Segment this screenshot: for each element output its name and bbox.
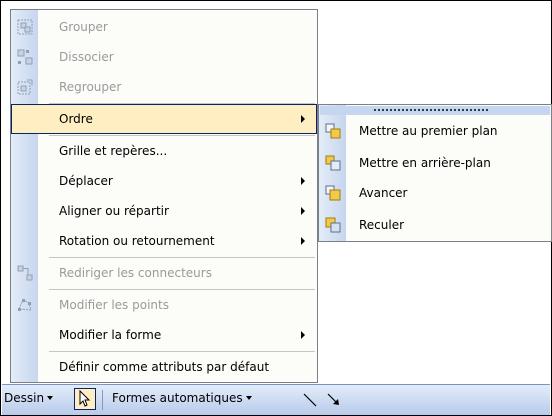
menu-item-definir-defaut[interactable]: Définir comme attributs par défaut <box>11 352 317 382</box>
submenu-item-avancer[interactable]: Avancer <box>319 177 551 209</box>
line-tool-icon[interactable] <box>300 390 320 410</box>
menu-item-ordre[interactable]: Ordre <box>11 104 317 134</box>
submenu-item-label: Reculer <box>359 218 405 232</box>
submenu-arrow-icon <box>301 115 305 123</box>
arrow-tool-icon[interactable] <box>324 390 344 410</box>
regroup-icon <box>17 79 33 95</box>
menu-item-dissocier: Dissocier <box>11 42 317 72</box>
submenu-arrow-icon <box>301 331 305 339</box>
menu-item-label: Ordre <box>59 112 93 126</box>
menu-item-modifier-forme[interactable]: Modifier la forme <box>11 320 317 350</box>
menu-item-aligner[interactable]: Aligner ou répartir <box>11 196 317 226</box>
menu-item-rotation[interactable]: Rotation ou retournement <box>11 226 317 256</box>
menu-item-label: Modifier les points <box>59 298 169 312</box>
menu-item-deplacer[interactable]: Déplacer <box>11 166 317 196</box>
group-icon <box>17 19 33 35</box>
chevron-down-icon <box>245 396 252 400</box>
pointer-icon <box>79 389 91 407</box>
menu-item-grille[interactable]: Grille et repères... <box>11 136 317 166</box>
menu-item-label: Rediriger les connecteurs <box>59 266 212 280</box>
submenu-item-premier-plan[interactable]: Mettre au premier plan <box>319 115 551 147</box>
reroute-connectors-icon <box>17 265 33 281</box>
menu-item-label: Déplacer <box>59 174 113 188</box>
select-objects-button[interactable] <box>74 388 96 410</box>
submenu-item-label: Mettre en arrière-plan <box>359 156 491 170</box>
draw-menu-label: Dessin <box>4 391 45 405</box>
ungroup-icon <box>17 49 33 65</box>
menu-item-label: Rotation ou retournement <box>59 234 215 248</box>
draw-menu-button[interactable]: Dessin <box>4 391 54 405</box>
bring-forward-icon <box>325 185 341 201</box>
submenu-arrow-icon <box>301 237 305 245</box>
menu-item-label: Regrouper <box>59 80 122 94</box>
edit-points-icon <box>18 299 32 311</box>
submenu-item-reculer[interactable]: Reculer <box>319 209 551 241</box>
bring-to-front-icon <box>325 123 341 139</box>
submenu-item-label: Mettre au premier plan <box>359 124 498 138</box>
menu-item-rediriger: Rediriger les connecteurs <box>11 258 317 288</box>
draw-menu: Grouper Dissocier Regrouper Ordre Grille… <box>10 9 318 383</box>
drawing-toolbar: Dessin Formes automatiques <box>2 384 550 415</box>
menu-item-label: Aligner ou répartir <box>59 204 169 218</box>
menu-item-modifier-points: Modifier les points <box>11 290 317 320</box>
autoshapes-label: Formes automatiques <box>112 391 243 405</box>
grip-dots-icon <box>374 109 490 111</box>
menu-item-label: Définir comme attributs par défaut <box>59 360 270 374</box>
tear-off-handle[interactable] <box>320 106 550 115</box>
autoshapes-button[interactable]: Formes automatiques <box>112 391 252 405</box>
submenu-arrow-icon <box>301 207 305 215</box>
send-backward-icon <box>325 217 341 233</box>
toolbar-separator <box>102 390 103 410</box>
menu-item-label: Dissocier <box>59 50 114 64</box>
send-to-back-icon <box>325 155 341 171</box>
menu-item-grouper: Grouper <box>11 12 317 42</box>
submenu-item-arriere-plan[interactable]: Mettre en arrière-plan <box>319 147 551 179</box>
menu-item-label: Grille et repères... <box>59 144 168 158</box>
menu-item-label: Grouper <box>59 20 108 34</box>
submenu-arrow-icon <box>301 177 305 185</box>
chevron-down-icon <box>47 396 54 400</box>
menu-item-label: Modifier la forme <box>59 328 162 342</box>
menu-item-regrouper: Regrouper <box>11 72 317 102</box>
submenu-item-label: Avancer <box>359 186 408 200</box>
order-submenu: Mettre au premier plan Mettre en arrière… <box>318 104 552 242</box>
